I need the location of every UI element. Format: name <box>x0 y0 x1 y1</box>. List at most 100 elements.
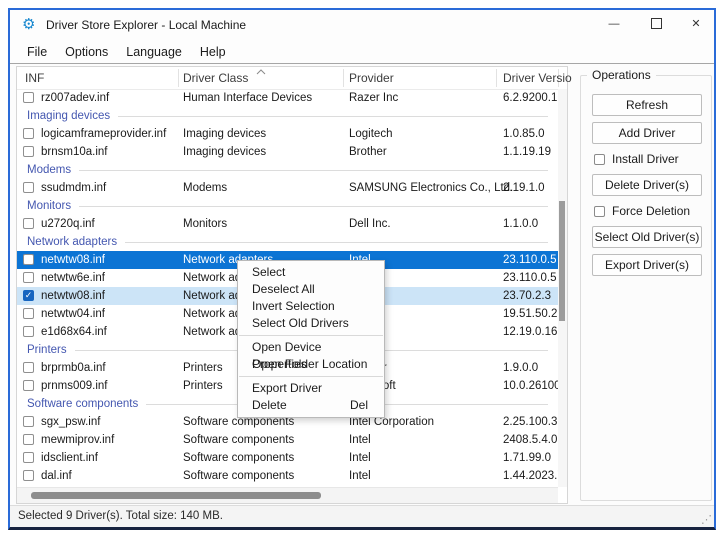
context-menu-item-delete[interactable]: DeleteDel <box>238 397 384 414</box>
row-checkbox[interactable] <box>23 128 34 139</box>
driver-row[interactable]: u2720q.infMonitorsDell Inc.1.1.0.0 <box>17 215 558 233</box>
inf-cell: netwtw08.inf <box>41 251 105 269</box>
row-checkbox[interactable] <box>23 380 34 391</box>
horizontal-scrollbar[interactable] <box>17 487 558 503</box>
window-title: Driver Store Explorer - Local Machine <box>46 10 246 40</box>
context-menu: SelectDeselect AllInvert SelectionSelect… <box>237 260 385 418</box>
add-driver-button[interactable]: Add Driver <box>592 122 702 144</box>
resize-grip-icon[interactable]: ⋰ <box>701 515 712 526</box>
version-cell: 1.1.0.0 <box>503 215 558 233</box>
group-header-row-imaging-devices[interactable]: Imaging devices <box>17 107 558 125</box>
group-divider-line <box>79 170 548 171</box>
version-cell: 1.9.0.0 <box>503 359 558 377</box>
menu-language[interactable]: Language <box>117 40 191 64</box>
version-cell: 2.19.1.0 <box>503 179 558 197</box>
row-checkbox[interactable] <box>23 452 34 463</box>
row-checkbox[interactable] <box>23 470 34 481</box>
column-header-provider[interactable]: Provider <box>349 67 394 89</box>
horizontal-scrollbar-thumb[interactable] <box>31 492 321 499</box>
provider-cell: Logitech <box>349 125 392 143</box>
select-old-driver-s-button[interactable]: Select Old Driver(s) <box>592 226 702 248</box>
class-cell: Software components <box>183 449 294 467</box>
column-separator[interactable] <box>178 69 179 87</box>
maximize-button[interactable] <box>638 10 674 39</box>
menu-options[interactable]: Options <box>56 40 117 64</box>
export-driver-s-button[interactable]: Export Driver(s) <box>592 254 702 276</box>
install-driver-checkbox[interactable]: Install Driver <box>594 152 702 166</box>
context-menu-item-open-device-properties[interactable]: Open Device Properties <box>238 339 384 356</box>
context-menu-item-open-folder-location[interactable]: Open Folder Location <box>238 356 384 373</box>
row-checkbox[interactable] <box>23 326 34 337</box>
provider-cell: Intel <box>349 467 371 485</box>
row-checkbox[interactable] <box>23 308 34 319</box>
sort-ascending-icon <box>255 68 267 75</box>
inf-cell: rz007adev.inf <box>41 89 109 107</box>
inf-cell: netwtw6e.inf <box>41 269 105 287</box>
class-cell: Imaging devices <box>183 125 266 143</box>
provider-cell: Brother <box>349 143 387 161</box>
row-checkbox[interactable] <box>23 254 34 265</box>
row-checkbox[interactable] <box>23 146 34 157</box>
menu-file[interactable]: File <box>18 40 56 64</box>
driver-row[interactable]: logicamframeprovider.infImaging devicesL… <box>17 125 558 143</box>
group-header-row-modems[interactable]: Modems <box>17 161 558 179</box>
inf-cell: brprmb0a.inf <box>41 359 106 377</box>
minimize-button[interactable]: — <box>596 10 632 39</box>
title-bar[interactable]: ⚙ Driver Store Explorer - Local Machine … <box>10 10 714 40</box>
context-menu-item-export-driver[interactable]: Export Driver <box>238 380 384 397</box>
menu-item-label: Export Driver <box>252 380 322 397</box>
column-separator[interactable] <box>496 69 497 87</box>
group-header-row-monitors[interactable]: Monitors <box>17 197 558 215</box>
driver-row[interactable]: idsclient.infSoftware componentsIntel1.7… <box>17 449 558 467</box>
row-checkbox[interactable] <box>23 416 34 427</box>
delete-driver-s-button[interactable]: Delete Driver(s) <box>592 174 702 196</box>
provider-cell: Intel <box>349 431 371 449</box>
driver-row[interactable]: ssudmdm.infModemsSAMSUNG Electronics Co.… <box>17 179 558 197</box>
context-menu-item-select[interactable]: Select <box>238 264 384 281</box>
context-menu-item-select-old-drivers[interactable]: Select Old Drivers <box>238 315 384 332</box>
group-divider-line <box>118 116 548 117</box>
row-checkbox[interactable] <box>23 92 34 103</box>
class-cell: Human Interface Devices <box>183 89 312 107</box>
driver-row[interactable]: dal.infSoftware componentsIntel1.44.2023… <box>17 467 558 485</box>
menu-item-label: Select Old Drivers <box>252 315 349 332</box>
column-header-driver-class[interactable]: Driver Class <box>183 67 248 89</box>
menu-item-shortcut: Del <box>350 397 368 414</box>
force-deletion-checkbox[interactable]: Force Deletion <box>594 204 702 218</box>
context-menu-item-invert-selection[interactable]: Invert Selection <box>238 298 384 315</box>
column-separator[interactable] <box>343 69 344 87</box>
menu-help[interactable]: Help <box>191 40 235 64</box>
close-button[interactable]: ✕ <box>678 10 714 39</box>
column-header-driver-versio[interactable]: Driver Versio <box>503 67 572 89</box>
inf-cell: sgx_psw.inf <box>41 413 100 431</box>
menu-bar: FileOptionsLanguageHelp <box>10 40 714 64</box>
row-checkbox[interactable] <box>23 362 34 373</box>
driver-row[interactable]: brnsm10a.infImaging devicesBrother1.1.19… <box>17 143 558 161</box>
checkbox-box <box>594 154 605 165</box>
vertical-scrollbar[interactable] <box>558 89 567 487</box>
driver-row[interactable]: rz007adev.infHuman Interface DevicesRaze… <box>17 89 558 107</box>
row-checkbox[interactable] <box>23 182 34 193</box>
class-cell: Printers <box>183 359 223 377</box>
checkbox-label: Install Driver <box>612 152 679 166</box>
row-checkbox[interactable] <box>23 434 34 445</box>
class-cell: Printers <box>183 377 223 395</box>
version-cell: 6.2.9200.165 <box>503 89 558 107</box>
group-header-row-network-adapters[interactable]: Network adapters <box>17 233 558 251</box>
version-cell: 19.51.50.2 <box>503 305 558 323</box>
column-header-inf[interactable]: INF <box>25 67 44 89</box>
driver-row[interactable]: mewmiprov.infSoftware componentsIntel240… <box>17 431 558 449</box>
row-checkbox[interactable] <box>23 272 34 283</box>
inf-cell: prnms009.inf <box>41 377 107 395</box>
version-cell: 12.19.0.16 <box>503 323 558 341</box>
version-cell: 2.25.100.3 <box>503 413 558 431</box>
context-menu-item-deselect-all[interactable]: Deselect All <box>238 281 384 298</box>
version-cell: 1.71.99.0 <box>503 449 558 467</box>
refresh-button[interactable]: Refresh <box>592 94 702 116</box>
row-checkbox[interactable] <box>23 218 34 229</box>
list-header: INFDriver ClassProviderDriver Versio <box>17 67 567 90</box>
row-checkbox-checked[interactable]: ✓ <box>23 290 34 301</box>
provider-cell: SAMSUNG Electronics Co., Ltd. <box>349 179 513 197</box>
vertical-scrollbar-thumb[interactable] <box>559 201 565 321</box>
app-gear-icon: ⚙ <box>22 15 40 35</box>
